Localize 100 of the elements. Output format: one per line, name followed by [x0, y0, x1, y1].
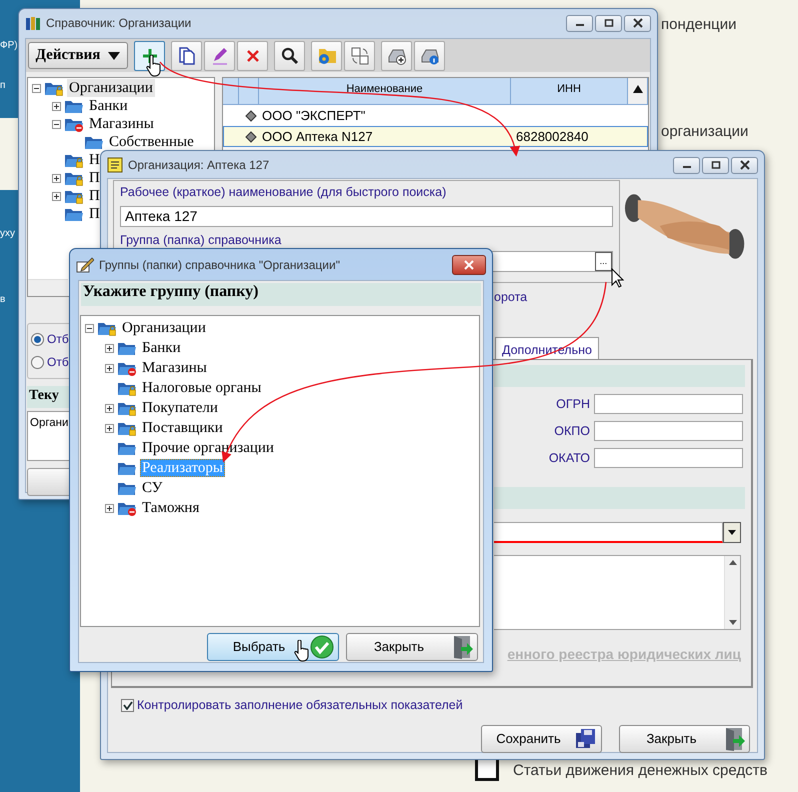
tree-toggle-icon[interactable] — [105, 424, 114, 432]
drive-add-button[interactable] — [381, 40, 412, 70]
search-button[interactable] — [274, 40, 305, 70]
tree-toggle-icon[interactable] — [85, 324, 94, 332]
tree-toggle-icon[interactable] — [105, 364, 114, 372]
sidebar-text: ФР) — [0, 39, 18, 53]
maximize-button[interactable] — [702, 156, 729, 174]
table-row[interactable]: ООО "ЭКСПЕРТ" — [223, 105, 648, 126]
tree-item[interactable]: Магазины — [140, 359, 209, 377]
tree-item[interactable]: Н — [87, 151, 102, 169]
sidebar-text: в — [0, 293, 6, 307]
group-field[interactable]: ... — [492, 251, 613, 272]
radio-button[interactable] — [31, 356, 44, 369]
tree-toggle-icon[interactable] — [52, 174, 61, 182]
tree-toggle-icon[interactable] — [52, 192, 61, 200]
field-label: орота — [494, 290, 528, 304]
folder-icon — [64, 98, 84, 114]
text-field[interactable] — [594, 421, 743, 441]
actions-button[interactable]: Действия — [28, 42, 128, 69]
delete-button[interactable] — [237, 40, 268, 70]
dropdown-arrow-icon — [728, 530, 736, 535]
tree-item[interactable]: П — [87, 187, 102, 205]
radio-label[interactable]: Отб — [47, 332, 69, 347]
tree-item[interactable]: Таможня — [140, 499, 202, 517]
dropdown-field[interactable] — [494, 522, 723, 543]
tree-item[interactable]: Собственные — [107, 133, 196, 151]
tree-item[interactable]: Магазины — [87, 115, 156, 133]
text-field[interactable] — [594, 394, 743, 414]
pencil-note-icon — [76, 256, 94, 272]
locked-folder-icon — [64, 188, 84, 204]
dialog-heading: Укажите группу (папку) — [81, 283, 481, 306]
blocked-folder-icon — [64, 116, 84, 132]
text-field[interactable]: Аптека 127 — [120, 206, 613, 227]
tree-item[interactable]: Банки — [87, 97, 130, 115]
save-button[interactable]: Сохранить — [481, 725, 602, 753]
field-label: Рабочее (краткое) наименование (для быстрого поиска) — [120, 185, 446, 200]
table-cell-text: ООО "ЭКСПЕРТ" — [261, 106, 366, 125]
field-label: ОГРН — [556, 396, 590, 412]
swap-icon — [350, 46, 370, 66]
close-button[interactable]: Закрыть — [346, 633, 478, 661]
table-cell-text: 6828002840 — [515, 128, 588, 146]
checkbox[interactable] — [121, 699, 134, 712]
tree-item[interactable]: Налоговые органы — [140, 379, 264, 397]
minimize-button[interactable] — [566, 14, 593, 32]
copy-button[interactable] — [171, 40, 202, 70]
tree-item[interactable]: Покупатели — [140, 399, 220, 417]
edit-button[interactable] — [204, 40, 235, 70]
column-header — [239, 78, 259, 105]
search-icon — [280, 46, 300, 66]
tree-toggle-icon[interactable] — [52, 120, 61, 128]
swap-button[interactable] — [344, 40, 375, 70]
table-row[interactable]: ООО Аптека N127 6828002840 — [223, 126, 648, 147]
tree-item[interactable]: Банки — [140, 339, 183, 357]
locked-folder-icon — [117, 380, 137, 396]
tree-toggle-icon[interactable] — [52, 102, 61, 110]
menu-text[interactable]: Статьи движения денежных средств — [513, 760, 768, 782]
menu-text: понденции — [661, 15, 736, 35]
radio-label[interactable]: Отб — [47, 355, 69, 370]
tree-item[interactable]: СУ — [140, 479, 164, 497]
maximize-button[interactable] — [595, 14, 622, 32]
close-button[interactable] — [624, 14, 651, 32]
text-area[interactable] — [494, 555, 741, 630]
close-button[interactable] — [731, 156, 758, 174]
minimize-button[interactable] — [673, 156, 700, 174]
text-field[interactable] — [594, 448, 743, 468]
tree-item[interactable]: Поставщики — [140, 419, 225, 437]
radio-button[interactable] — [31, 333, 44, 346]
browse-button[interactable]: ... — [594, 252, 612, 271]
folder-icon — [117, 460, 137, 476]
tree-toggle-icon[interactable] — [105, 344, 114, 352]
maximize-icon — [604, 19, 614, 27]
text-area[interactable]: Органи — [27, 411, 71, 461]
column-header[interactable]: Наименование — [259, 78, 511, 105]
window-title: Справочник: Организации — [46, 15, 192, 32]
menu-background — [0, 118, 18, 190]
locked-folder-icon — [117, 400, 137, 416]
tree-item[interactable]: Организации — [67, 79, 155, 97]
window-title: Организация: Аптека 127 — [128, 157, 270, 174]
drive-info-button[interactable] — [414, 40, 445, 70]
tree-item[interactable]: П — [87, 205, 102, 223]
tree-item[interactable]: Организации — [120, 319, 208, 337]
locked-folder-icon — [64, 170, 84, 186]
close-button[interactable]: Закрыть — [619, 725, 750, 753]
maximize-icon — [710, 161, 720, 169]
tree-toggle-icon[interactable] — [32, 84, 41, 92]
checkbox-label[interactable]: Контролировать заполнение обязательных показателей — [137, 698, 463, 713]
folder-gear-button[interactable] — [311, 40, 342, 70]
table-cell-text: ООО Аптека N127 — [261, 128, 374, 146]
section-header: Теку — [27, 386, 71, 408]
select-button[interactable]: Выбрать — [207, 633, 339, 661]
locked-folder-icon — [44, 80, 64, 96]
field-label: ОКАТО — [548, 450, 590, 466]
scrollbar[interactable] — [28, 279, 68, 296]
close-button[interactable] — [452, 254, 486, 274]
tree-toggle-icon[interactable] — [105, 504, 114, 512]
hand-cursor-icon — [293, 640, 310, 662]
column-header — [223, 78, 239, 105]
tree-item[interactable]: П — [87, 169, 102, 187]
partial-button[interactable] — [27, 468, 71, 496]
tree-toggle-icon[interactable] — [105, 404, 114, 412]
